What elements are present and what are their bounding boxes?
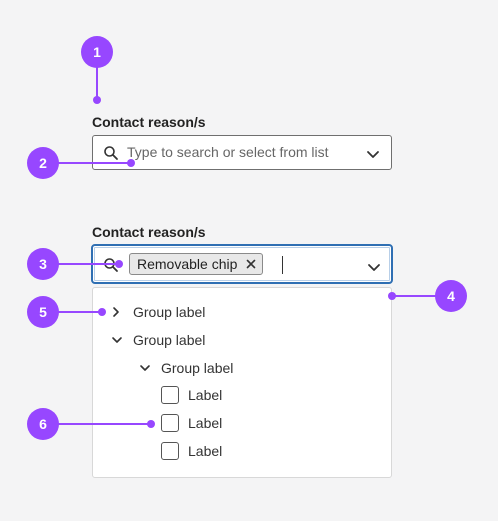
callout-badge-6 [27, 408, 59, 440]
callout-number-4: 4 [447, 288, 455, 304]
callout-number-2: 2 [39, 155, 47, 171]
removable-chip: Removable chip [129, 253, 264, 275]
close-icon[interactable] [246, 259, 256, 269]
callout-badge-4 [435, 280, 467, 312]
callout-number-3: 3 [39, 256, 47, 272]
option-label: Label [188, 415, 223, 431]
group-row[interactable]: Group label [111, 304, 205, 320]
chevron-down-icon[interactable] [366, 147, 380, 165]
checkbox[interactable] [161, 386, 179, 404]
option-label: Label [188, 387, 223, 403]
callout-badge-5 [27, 296, 59, 328]
checkbox[interactable] [161, 414, 179, 432]
chip-label: Removable chip [137, 256, 238, 272]
option-label: Label [188, 443, 223, 459]
group-label: Group label [161, 360, 234, 376]
callout-number-6: 6 [39, 416, 47, 432]
group-row[interactable]: Group label [111, 332, 205, 348]
contact-reason-combobox-open[interactable]: Removable chip [91, 244, 393, 284]
callout-number-1: 1 [93, 44, 101, 60]
contact-reason-label: Contact reason/s [92, 224, 206, 240]
search-icon [103, 145, 119, 166]
text-caret [282, 256, 283, 274]
option-row[interactable]: Label [161, 442, 222, 460]
option-row[interactable]: Label [161, 386, 222, 404]
option-row[interactable]: Label [161, 414, 222, 432]
chevron-down-icon [111, 335, 133, 345]
checkbox[interactable] [161, 442, 179, 460]
group-row[interactable]: Group label [139, 360, 233, 376]
dropdown-list: Group label Group label Group label Labe… [92, 287, 392, 478]
chevron-down-icon [139, 363, 161, 373]
chevron-right-icon [111, 306, 133, 318]
search-icon [103, 257, 119, 278]
contact-reason-label: Contact reason/s [92, 114, 206, 130]
search-placeholder: Type to search or select from list [127, 144, 329, 160]
chevron-down-icon[interactable] [367, 260, 381, 278]
callout-badge-2 [27, 147, 59, 179]
callout-badge-1 [81, 36, 113, 68]
callout-number-5: 5 [39, 304, 47, 320]
group-label: Group label [133, 304, 206, 320]
group-label: Group label [133, 332, 206, 348]
contact-reason-combobox[interactable]: Type to search or select from list [92, 135, 392, 170]
callout-badge-3 [27, 248, 59, 280]
